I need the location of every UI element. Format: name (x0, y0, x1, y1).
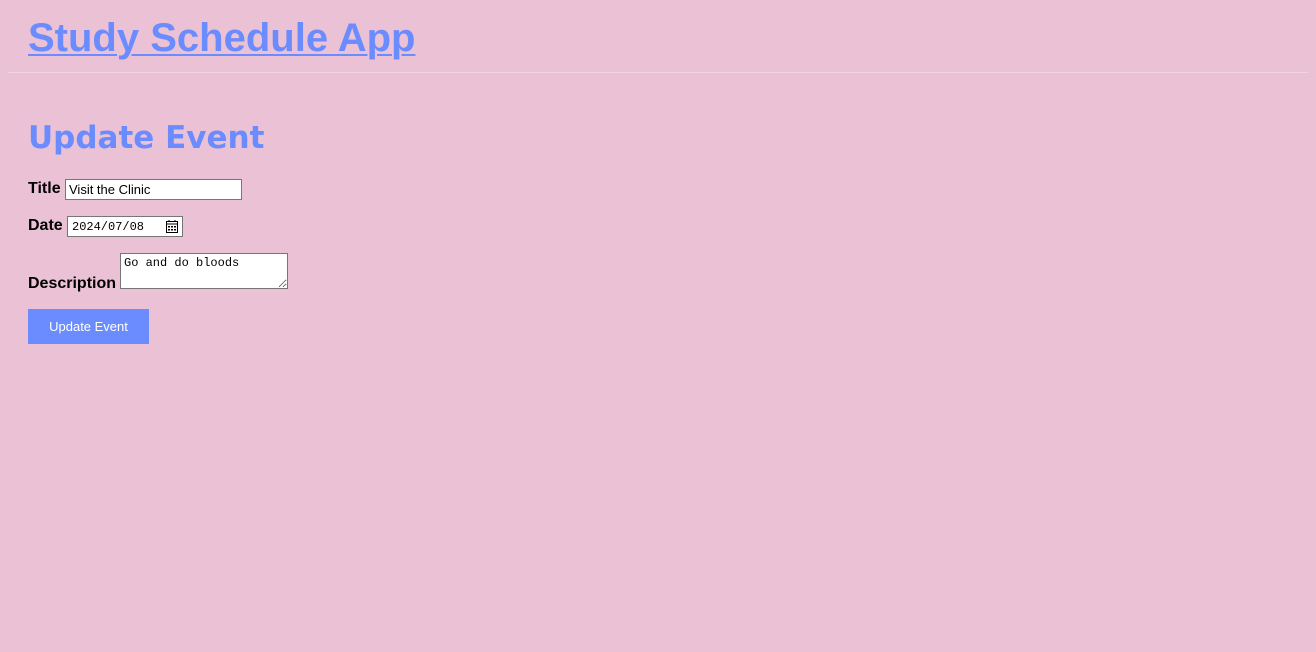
date-value[interactable]: 2024/07/08 (72, 220, 144, 234)
page-title: Update Event (28, 120, 265, 156)
app-title-link[interactable]: Study Schedule App (28, 15, 415, 61)
calendar-icon[interactable] (166, 220, 178, 233)
title-input[interactable] (65, 179, 242, 200)
header: Study Schedule App (8, 0, 1308, 73)
description-label: Description (28, 275, 117, 292)
date-label: Date (28, 217, 63, 234)
description-textarea[interactable]: Go and do bloods (120, 253, 288, 289)
title-label: Title (28, 180, 61, 197)
date-input[interactable]: 2024/07/08 (67, 216, 183, 237)
page: Study Schedule App Update Event Title Da… (0, 0, 1316, 652)
update-event-button[interactable]: Update Event (28, 309, 149, 344)
